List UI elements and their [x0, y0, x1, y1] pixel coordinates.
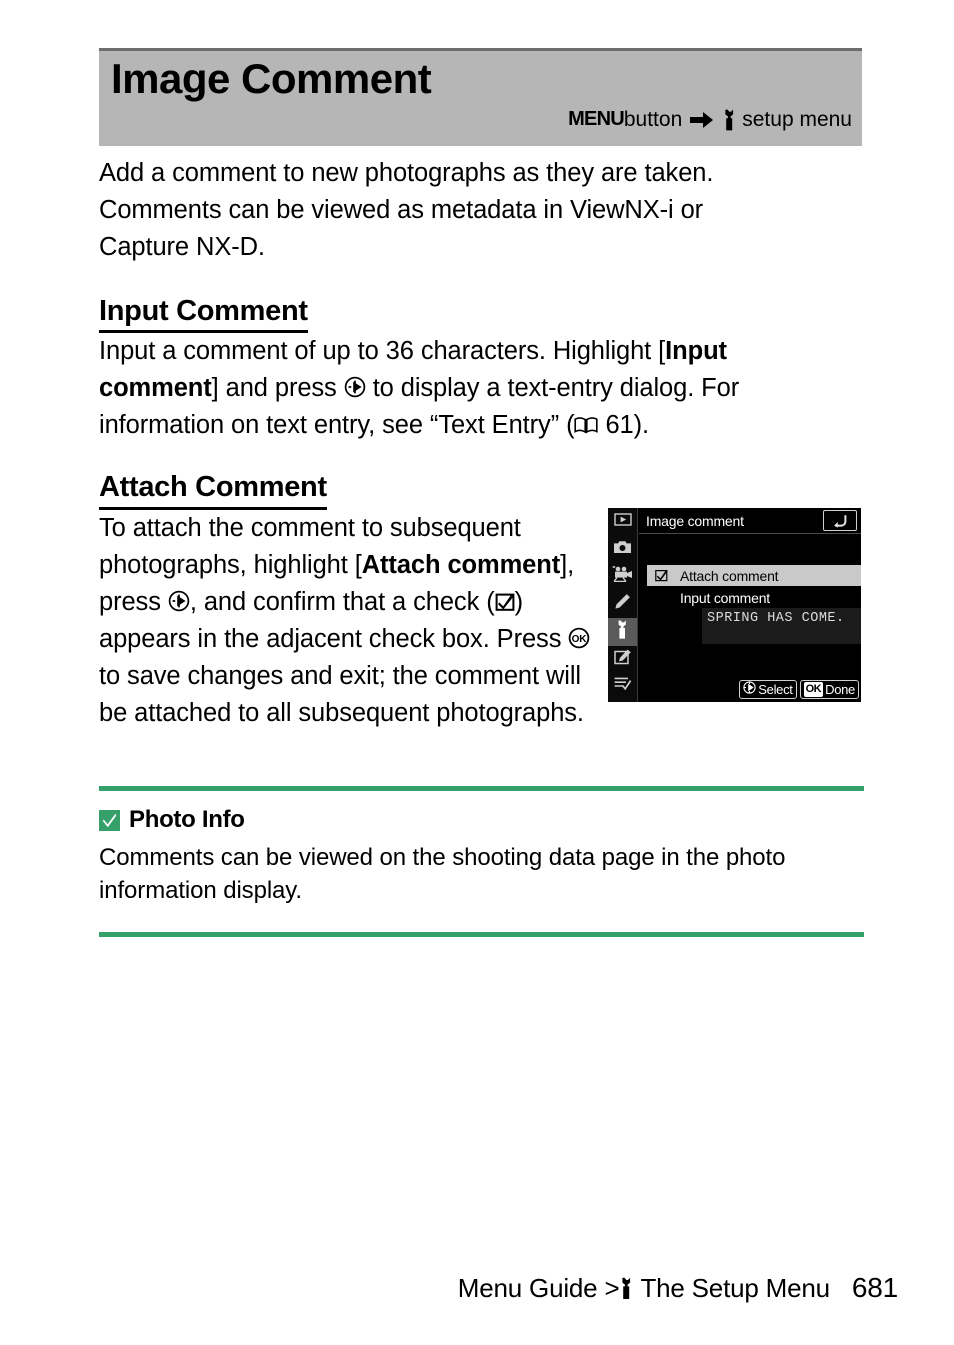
section-heading-attach-comment: Attach Comment [99, 471, 327, 510]
menu-path: MENU button setup menu [568, 107, 852, 131]
camera-menu-comment-value: SPRING HAS COME. [707, 611, 845, 626]
text-run: , and confirm that a check ( [189, 587, 495, 616]
photo-info-note: Photo Info Comments can be viewed on the… [99, 786, 864, 937]
movie-shooting-menu-icon [612, 566, 633, 587]
camera-menu-row-label: Input comment [680, 589, 770, 606]
arrow-right-icon [690, 111, 714, 129]
done-button[interactable]: OK Done [799, 680, 859, 699]
text-run: 61). [598, 411, 649, 440]
sidebar-item-retouch-menu[interactable] [608, 646, 637, 674]
breadcrumb-after: The Setup Menu [640, 1273, 830, 1303]
multi-selector-right-icon [168, 590, 190, 612]
bold-menu-item: Attach comment [361, 550, 561, 579]
multi-selector-right-icon [344, 376, 366, 398]
note-top-rule [99, 786, 864, 791]
camera-menu-row-label: Attach comment [680, 567, 779, 584]
my-menu-icon [613, 677, 632, 696]
note-spacer [99, 907, 864, 932]
page-footer: Menu Guide > The Setup Menu 681 [0, 1272, 954, 1304]
note-body: Comments can be viewed on the shooting d… [99, 844, 786, 904]
page-header-band: Image Comment MENU button setup menu [99, 48, 862, 146]
section-heading-input-comment: Input Comment [99, 295, 308, 334]
section-input-comment: Input Comment Input a comment of up to 3… [99, 295, 864, 444]
camera-menu-sidebar [608, 508, 638, 702]
green-check-icon [99, 809, 120, 831]
svg-text:OK: OK [572, 634, 588, 645]
ok-button-icon: OK [568, 627, 590, 649]
sidebar-item-playback-menu[interactable] [608, 508, 637, 536]
custom-settings-menu-icon [614, 593, 631, 615]
button-word-label: button [623, 107, 683, 131]
camera-menu-row-input-comment[interactable]: Input comment [647, 587, 861, 608]
camera-menu-row-attach-comment[interactable]: Attach comment [647, 565, 861, 586]
photo-shooting-menu-icon [613, 540, 632, 559]
sidebar-item-setup-menu[interactable] [608, 618, 637, 646]
select-button-label: Select [758, 682, 793, 697]
sidebar-item-photo-shooting-menu[interactable] [608, 536, 637, 564]
camera-menu-title: Image comment [646, 513, 744, 529]
section-attach-comment-paragraph: To attach the comment to subsequent phot… [99, 510, 599, 732]
return-arrow-icon[interactable] [823, 510, 857, 531]
camera-menu-main: Image comment Attach comment Input comme… [639, 508, 861, 702]
page: Image Comment MENU button setup menu Add… [0, 0, 954, 1345]
menu-button-label: MENU [568, 108, 624, 130]
select-button[interactable]: Select [739, 680, 797, 699]
playback-menu-icon [613, 513, 632, 531]
camera-menu-screenshot: Image comment Attach comment Input comme… [608, 508, 861, 702]
note-header: Photo Info [99, 806, 864, 834]
camera-menu-footer: Select OK Done [639, 680, 859, 699]
breadcrumb-before: Menu Guide > [457, 1273, 620, 1303]
menu-path-destination: setup menu [742, 107, 852, 131]
retouch-menu-icon [613, 649, 632, 670]
text-run: to save changes and exit; the comment wi… [99, 661, 584, 727]
camera-menu-comment-panel[interactable]: SPRING HAS COME. [702, 608, 861, 644]
note-title: Photo Info [129, 806, 245, 833]
wrench-icon [619, 1277, 634, 1300]
done-button-label: Done [825, 682, 855, 697]
checkbox-checked-icon[interactable] [655, 569, 668, 582]
sidebar-item-my-menu[interactable] [608, 673, 637, 701]
wrench-icon [722, 109, 737, 131]
setup-menu-icon [616, 620, 629, 644]
section-input-comment-paragraph: Input a comment of up to 36 characters. … [99, 333, 799, 444]
intro-paragraph: Add a comment to new photographs as they… [99, 159, 714, 261]
sidebar-item-movie-shooting-menu[interactable] [608, 563, 637, 591]
ok-button-icon: OK [803, 682, 824, 697]
page-number: 681 [851, 1272, 898, 1303]
note-bottom-rule [99, 932, 864, 937]
breadcrumb: Menu Guide > The Setup Menu [458, 1273, 830, 1304]
page-title: Image Comment [111, 55, 432, 102]
text-run: ] and press [211, 374, 344, 403]
text-run: Input a comment of up to 36 characters. … [99, 337, 666, 366]
multi-selector-icon [743, 680, 756, 699]
checkbox-checked-icon [495, 592, 515, 612]
sidebar-item-custom-settings-menu[interactable] [608, 591, 637, 619]
book-reference-icon [574, 415, 599, 435]
